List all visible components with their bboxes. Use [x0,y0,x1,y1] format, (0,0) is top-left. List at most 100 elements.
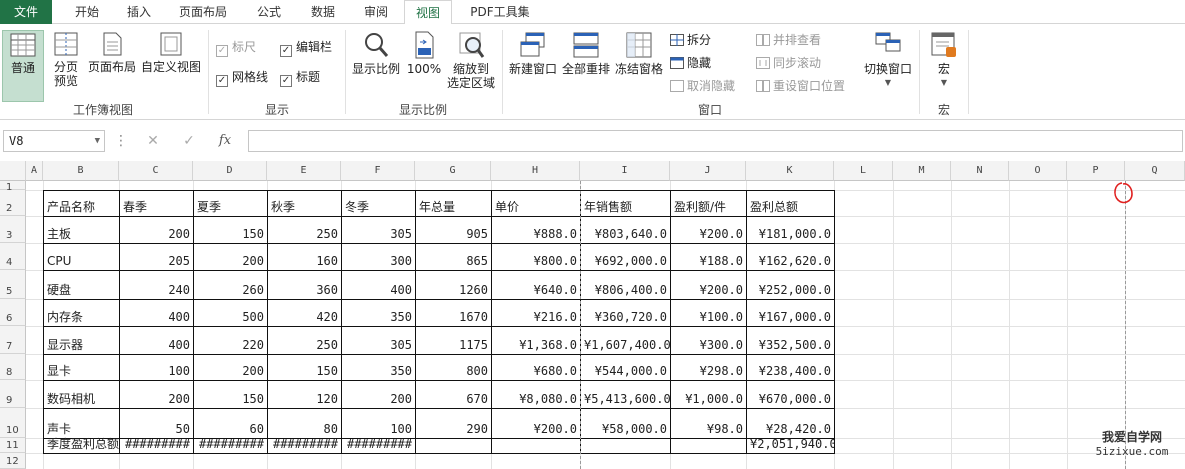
new-window-button[interactable]: 新建窗口 [506,30,560,92]
macros-button[interactable]: 宏 ▼ [924,30,964,92]
table-cell[interactable]: ¥252,000.0 [747,283,834,298]
row-header-5[interactable]: 5 [0,270,26,299]
table-cell[interactable]: ######### [194,437,267,452]
table-cell[interactable]: 数码相机 [44,392,119,407]
table-cell[interactable]: ¥162,620.0 [747,254,834,269]
table-cell[interactable]: ¥352,500.0 [747,338,834,353]
table-cell[interactable]: ¥800.0 [492,254,580,269]
tab-page-layout[interactable]: 页面布局 [170,0,236,24]
table-cell[interactable]: ¥181,000.0 [747,227,834,242]
table-cell[interactable]: ¥640.0 [492,283,580,298]
table-cell[interactable]: ¥200.0 [671,227,746,242]
hide-button[interactable]: 隐藏 [670,54,711,72]
table-cell[interactable]: 50 [120,422,193,437]
table-cell[interactable]: 200 [120,227,193,242]
table-cell[interactable]: 865 [416,254,491,269]
table-cell[interactable]: 季度盈利总额 [44,437,119,452]
page-break-preview-button[interactable]: 分页 预览 [48,30,84,92]
unhide-button[interactable]: 取消隐藏 [670,77,735,95]
insert-function-button[interactable]: fx [212,130,238,152]
table-cell[interactable]: ¥98.0 [671,422,746,437]
table-cell[interactable]: 400 [120,338,193,353]
table-cell[interactable] [581,437,670,452]
row-header-7[interactable]: 7 [0,326,26,354]
column-header-o[interactable]: O [1009,161,1067,181]
row-header-10[interactable]: 10 [0,408,26,438]
column-header-d[interactable]: D [193,161,267,181]
table-cell[interactable] [492,437,580,452]
row-header-2[interactable]: 2 [0,190,26,216]
normal-view-button[interactable]: 普通 [2,30,44,102]
table-cell[interactable]: ¥216.0 [492,310,580,325]
column-header-b[interactable]: B [43,161,119,181]
formula-bar-checkbox[interactable]: ✓ 编辑栏 [280,38,332,57]
table-cell[interactable]: 1670 [416,310,491,325]
table-cell[interactable]: ¥100.0 [671,310,746,325]
table-cell[interactable]: 260 [194,283,267,298]
table-cell[interactable]: ¥300.0 [671,338,746,353]
table-cell[interactable]: 单价 [492,200,580,215]
tab-formulas[interactable]: 公式 [244,0,294,24]
table-cell[interactable]: 主板 [44,227,119,242]
row-header-4[interactable]: 4 [0,243,26,270]
table-cell[interactable]: 250 [268,338,341,353]
table-cell[interactable]: 年销售额 [581,200,670,215]
table-cell[interactable]: 盈利总额 [747,200,834,215]
table-cell[interactable]: 500 [194,310,267,325]
table-cell[interactable]: 200 [194,364,267,379]
tab-review[interactable]: 审阅 [352,0,400,24]
table-cell[interactable]: ¥888.0 [492,227,580,242]
column-header-e[interactable]: E [267,161,341,181]
table-cell[interactable]: ¥200.0 [671,283,746,298]
tab-file[interactable]: 文件 [0,0,52,24]
view-side-by-side-button[interactable]: 并排查看 [756,31,821,49]
table-cell[interactable]: ¥2,051,940.0 [747,437,834,452]
table-cell[interactable]: ¥5,413,600.0 [581,392,670,407]
table-cell[interactable]: 春季 [120,200,193,215]
table-cell[interactable]: ######### [268,437,341,452]
table-cell[interactable]: ¥670,000.0 [747,392,834,407]
column-header-h[interactable]: H [491,161,580,181]
table-cell[interactable]: ¥692,000.0 [581,254,670,269]
table-cell[interactable]: 显示器 [44,338,119,353]
zoom-100-button[interactable]: 100% [404,30,444,92]
column-header-c[interactable]: C [119,161,193,181]
table-cell[interactable]: ¥200.0 [492,422,580,437]
table-cell[interactable]: ¥806,400.0 [581,283,670,298]
table-cell[interactable]: 盈利额/件 [671,200,746,215]
tab-insert[interactable]: 插入 [114,0,164,24]
column-header-q[interactable]: Q [1125,161,1185,181]
table-cell[interactable]: 420 [268,310,341,325]
table-cell[interactable]: 290 [416,422,491,437]
table-cell[interactable]: 205 [120,254,193,269]
row-header-1[interactable]: 1 [0,181,26,193]
ruler-checkbox[interactable]: ✓ 标尺 [216,38,256,57]
switch-windows-button[interactable]: 切换窗口 ▼ [862,30,914,92]
column-header-i[interactable]: I [580,161,670,181]
table-cell[interactable]: 80 [268,422,341,437]
table-cell[interactable]: 秋季 [268,200,341,215]
table-cell[interactable]: ######### [342,437,415,452]
table-cell[interactable]: 100 [120,364,193,379]
headings-checkbox[interactable]: ✓ 标题 [280,68,320,87]
table-cell[interactable]: 150 [194,392,267,407]
table-cell[interactable]: ¥544,000.0 [581,364,670,379]
table-cell[interactable]: 200 [342,392,415,407]
cancel-entry-button[interactable]: ✕ [140,130,166,152]
table-cell[interactable]: 产品名称 [44,200,119,215]
table-cell[interactable]: 305 [342,338,415,353]
table-cell[interactable] [416,437,491,452]
table-cell[interactable]: ¥298.0 [671,364,746,379]
row-header-11[interactable]: 11 [0,438,26,453]
table-cell[interactable]: 300 [342,254,415,269]
column-header-n[interactable]: N [951,161,1009,181]
table-cell[interactable]: 夏季 [194,200,267,215]
table-cell[interactable]: 250 [268,227,341,242]
table-cell[interactable]: 150 [268,364,341,379]
name-box[interactable]: V8 ▼ [3,130,105,152]
confirm-entry-button[interactable]: ✓ [176,130,202,152]
worksheet-grid[interactable]: A B C D E F G H I J K L M N O P Q 1 2 3 4 5 6 7 8 9 10 11 12 产品名称 春季 夏季… [0,161,1185,469]
table-cell[interactable]: 670 [416,392,491,407]
formula-input[interactable] [248,130,1183,152]
table-cell[interactable]: ¥167,000.0 [747,310,834,325]
